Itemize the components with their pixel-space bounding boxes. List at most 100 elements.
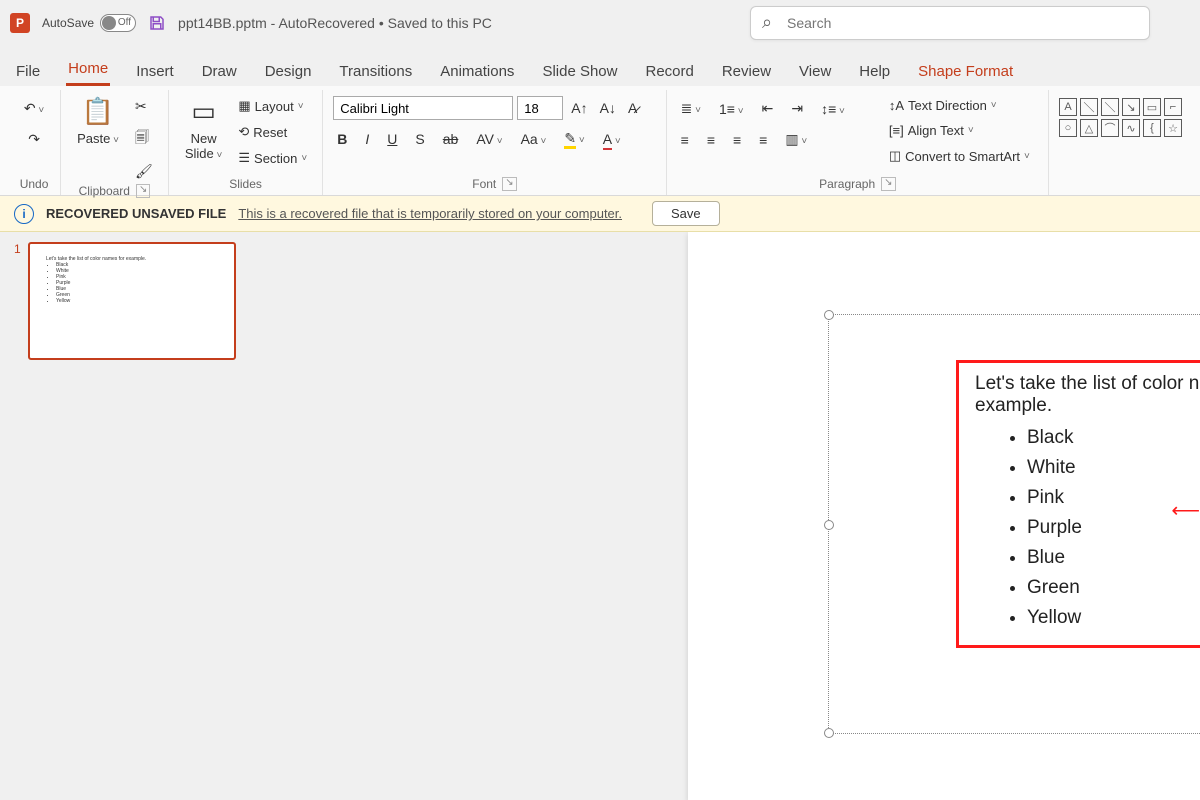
tab-shape-format[interactable]: Shape Format bbox=[916, 57, 1015, 86]
columns-button[interactable]: ▥ bbox=[781, 129, 811, 150]
shapes-gallery[interactable]: A ＼ ＼ ↘ ▭ ⌐ ○ △ ⌒ ∿ { ☆ bbox=[1059, 98, 1182, 137]
list-item: Yellow bbox=[56, 298, 218, 304]
new-slide-button[interactable]: ▭ New Slide bbox=[179, 92, 229, 165]
shadow-button[interactable]: S bbox=[411, 129, 428, 149]
ribbon: ↶ ↷ Undo 📋 Paste ✂ 🗐 🖌 Clipboard↘ ▭ New … bbox=[0, 86, 1200, 196]
thumbnail-number: 1 bbox=[14, 242, 21, 256]
thumb-list: BlackWhitePinkPurpleBlueGreenYellow bbox=[46, 262, 218, 304]
shape-line2-icon[interactable]: ＼ bbox=[1101, 98, 1119, 116]
shape-arc-icon[interactable]: ⌒ bbox=[1101, 119, 1119, 137]
shape-line-icon[interactable]: ＼ bbox=[1080, 98, 1098, 116]
text-direction-button[interactable]: ↕AText Direction bbox=[885, 96, 1034, 115]
tab-animations[interactable]: Animations bbox=[438, 57, 516, 86]
tab-review[interactable]: Review bbox=[720, 57, 773, 86]
increase-indent-button[interactable]: ⇥ bbox=[787, 98, 807, 119]
shape-connector-icon[interactable]: ⌐ bbox=[1164, 98, 1182, 116]
slide[interactable]: ⟳ Let's take the list of color names for… bbox=[688, 232, 1200, 800]
tab-home[interactable]: Home bbox=[66, 54, 110, 86]
info-icon: i bbox=[14, 204, 34, 224]
cut-button[interactable]: ✂ bbox=[131, 96, 157, 117]
tab-draw[interactable]: Draw bbox=[200, 57, 239, 86]
shape-tri-icon[interactable]: △ bbox=[1080, 119, 1098, 137]
document-title: ppt14BB.pptm - AutoRecovered • Saved to … bbox=[178, 15, 492, 31]
highlight-button[interactable]: ✎ bbox=[560, 128, 588, 149]
paragraph-dialog-launcher[interactable]: ↘ bbox=[881, 177, 895, 191]
handle-sw[interactable] bbox=[824, 728, 834, 738]
slide-thumbnails-pane[interactable]: 1 Let's take the list of color names for… bbox=[0, 232, 252, 800]
group-slides-label: Slides bbox=[179, 175, 312, 195]
highlighted-textbox[interactable]: Let's take the list of color names for e… bbox=[956, 360, 1200, 648]
autosave-toggle[interactable]: AutoSave Off bbox=[42, 14, 136, 32]
align-left-button[interactable]: ≡ bbox=[677, 130, 693, 150]
handle-w[interactable] bbox=[824, 520, 834, 530]
undo-button[interactable]: ↶ bbox=[20, 98, 48, 119]
align-center-button[interactable]: ≡ bbox=[703, 130, 719, 150]
shape-rect-icon[interactable]: ▭ bbox=[1143, 98, 1161, 116]
layout-button[interactable]: ▦Layout bbox=[234, 96, 311, 116]
shape-arrow-icon[interactable]: ↘ bbox=[1122, 98, 1140, 116]
tab-transitions[interactable]: Transitions bbox=[337, 57, 414, 86]
shape-textbox-icon[interactable]: A bbox=[1059, 98, 1077, 116]
intro-text: Let's take the list of color names for e… bbox=[975, 373, 1200, 417]
justify-button[interactable]: ≡ bbox=[755, 130, 771, 150]
group-clipboard-label: Clipboard bbox=[79, 184, 130, 198]
tab-design[interactable]: Design bbox=[263, 57, 314, 86]
title-bar: P AutoSave Off ppt14BB.pptm - AutoRecove… bbox=[0, 0, 1200, 46]
shape-oval-icon[interactable]: ○ bbox=[1059, 119, 1077, 137]
handle-nw[interactable] bbox=[824, 310, 834, 320]
decrease-indent-button[interactable]: ⇤ bbox=[758, 98, 778, 119]
clipboard-icon: 📋 bbox=[82, 96, 114, 127]
text-direction-icon: ↕A bbox=[889, 98, 904, 113]
message-save-button[interactable]: Save bbox=[652, 201, 720, 226]
reset-icon: ⟲ bbox=[238, 124, 249, 140]
search-box[interactable] bbox=[750, 6, 1150, 40]
bold-button[interactable]: B bbox=[333, 129, 351, 149]
strikethrough-button[interactable]: ab bbox=[439, 129, 463, 149]
paste-button[interactable]: 📋 Paste bbox=[71, 92, 125, 150]
clear-formatting-button[interactable]: A̷ bbox=[624, 98, 641, 118]
align-text-button[interactable]: [≡]Align Text bbox=[885, 121, 1034, 140]
slide-canvas[interactable]: ⟳ Let's take the list of color names for… bbox=[252, 232, 1200, 800]
shape-brace-icon[interactable]: { bbox=[1143, 119, 1161, 137]
section-button[interactable]: ☰Section bbox=[234, 148, 311, 168]
tab-record[interactable]: Record bbox=[643, 57, 695, 86]
tab-view[interactable]: View bbox=[797, 57, 833, 86]
copy-button[interactable]: 🗐 bbox=[131, 125, 157, 153]
tab-help[interactable]: Help bbox=[857, 57, 892, 86]
underline-button[interactable]: U bbox=[383, 129, 401, 149]
bullets-button[interactable]: ≣ bbox=[677, 98, 705, 119]
list-item: Green bbox=[1027, 573, 1200, 603]
ribbon-tabs: File Home Insert Draw Design Transitions… bbox=[0, 46, 1200, 86]
format-painter-button[interactable]: 🖌 bbox=[131, 161, 157, 182]
clipboard-dialog-launcher[interactable]: ↘ bbox=[136, 184, 150, 198]
change-case-button[interactable]: Aa bbox=[517, 129, 551, 149]
tab-insert[interactable]: Insert bbox=[134, 57, 176, 86]
shape-star-icon[interactable]: ☆ bbox=[1164, 119, 1182, 137]
toggle-off-icon[interactable]: Off bbox=[100, 14, 136, 32]
shape-curve-icon[interactable]: ∿ bbox=[1122, 119, 1140, 137]
redo-button[interactable]: ↷ bbox=[24, 129, 44, 150]
editor-area: 1 Let's take the list of color names for… bbox=[0, 232, 1200, 800]
message-text[interactable]: This is a recovered file that is tempora… bbox=[238, 206, 622, 221]
font-size-select[interactable] bbox=[517, 96, 563, 120]
slide-thumbnail-1[interactable]: Let's take the list of color names for e… bbox=[28, 242, 236, 360]
char-spacing-button[interactable]: AV bbox=[472, 129, 506, 149]
font-name-select[interactable] bbox=[333, 96, 513, 120]
list-item: Yellow bbox=[1027, 603, 1200, 633]
convert-smartart-button[interactable]: ◫Convert to SmartArt bbox=[885, 146, 1034, 166]
font-dialog-launcher[interactable]: ↘ bbox=[502, 177, 516, 191]
save-icon[interactable] bbox=[148, 14, 166, 32]
font-color-button[interactable]: A bbox=[599, 129, 625, 149]
numbering-button[interactable]: 1≡ bbox=[715, 99, 748, 119]
tab-slideshow[interactable]: Slide Show bbox=[540, 57, 619, 86]
align-right-button[interactable]: ≡ bbox=[729, 130, 745, 150]
increase-font-button[interactable]: A↑ bbox=[567, 98, 591, 118]
line-spacing-button[interactable]: ↕≡ bbox=[817, 99, 849, 119]
list-item: Blue bbox=[1027, 543, 1200, 573]
decrease-font-button[interactable]: A↓ bbox=[596, 98, 620, 118]
reset-button[interactable]: ⟲Reset bbox=[234, 122, 311, 142]
color-list: BlackWhitePinkPurpleBlueGreenYellow bbox=[975, 423, 1200, 633]
search-input[interactable] bbox=[750, 6, 1150, 40]
tab-file[interactable]: File bbox=[14, 57, 42, 86]
italic-button[interactable]: I bbox=[361, 129, 373, 149]
